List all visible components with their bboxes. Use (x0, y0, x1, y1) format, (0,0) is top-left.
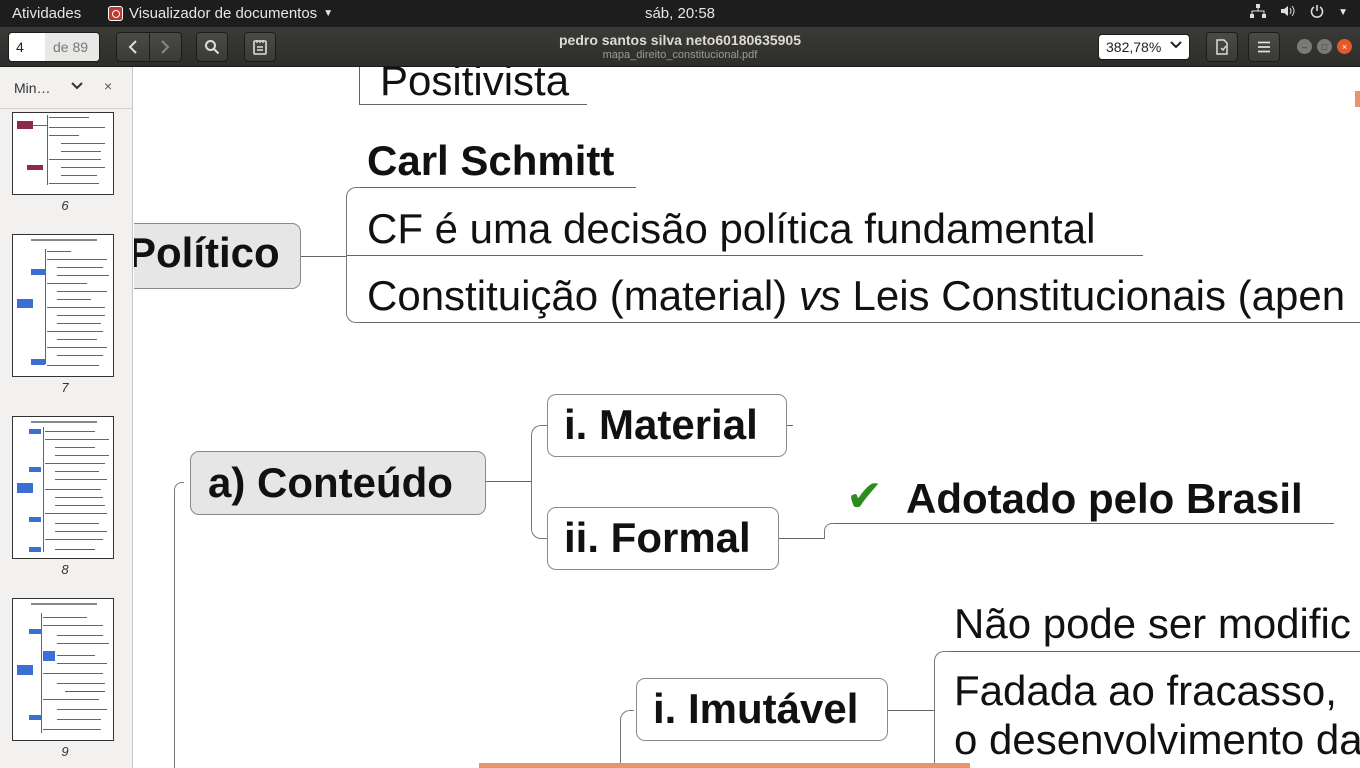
branch-curve (824, 523, 834, 539)
sidebar-header: Min… × (0, 67, 132, 109)
close-window-icon[interactable]: × (1337, 39, 1352, 54)
mindmap-connector (779, 538, 825, 539)
node-material: i. Material (564, 401, 758, 448)
thumbnail-label: 7 (61, 380, 69, 395)
chevron-down-icon[interactable]: ▼ (1338, 7, 1348, 18)
page-view-button[interactable] (1206, 32, 1238, 62)
node-fadada-line2: o desenvolvimento da (954, 716, 1360, 763)
mindmap-connector (950, 651, 1360, 652)
hamburger-icon (1258, 41, 1270, 53)
search-icon (205, 40, 220, 55)
thumbnail-sidebar: Min… × 6 7 8 9 (0, 67, 133, 768)
thumbnail-page-7[interactable] (12, 234, 114, 377)
header-bar: 4 de 89 pedro santos silva neto601806359… (0, 27, 1360, 67)
sidebar-view-label: Min… (14, 80, 51, 96)
branch-bracket (934, 651, 950, 768)
mindmap-connector (360, 187, 636, 188)
app-menu[interactable]: Visualizador de documentos ▼ (108, 5, 333, 22)
branch-bracket (531, 425, 547, 539)
page-selector[interactable]: 4 de 89 (8, 32, 100, 62)
chevron-down-icon (71, 79, 83, 96)
branch-line (620, 710, 634, 768)
node-positivista: Positivista (380, 67, 570, 104)
mindmap-connector (301, 256, 347, 257)
caret-down-icon: ▼ (323, 8, 334, 19)
node-carl-schmitt: Carl Schmitt (367, 137, 615, 184)
node-formal: ii. Formal (564, 514, 751, 561)
volume-icon[interactable] (1280, 4, 1296, 21)
mindmap-connector (359, 67, 360, 104)
search-button[interactable] (196, 32, 228, 62)
zoom-selector[interactable]: 382,78% (1098, 34, 1190, 60)
mindmap-connector (486, 481, 532, 482)
node-nao-pode: Não pode ser modific (954, 600, 1351, 647)
document-viewer-icon (108, 6, 123, 21)
page-nav (116, 32, 182, 62)
chevron-down-icon (1170, 38, 1182, 55)
node-conteudo: a) Conteúdo (208, 459, 453, 506)
previous-page-icon[interactable] (117, 33, 149, 61)
thumbnail-label: 9 (61, 744, 69, 759)
next-page-icon[interactable] (148, 33, 182, 61)
document-title: pedro santos silva neto60180635905 (558, 32, 802, 48)
document-icon (1216, 39, 1228, 55)
node-politico: Político (134, 229, 280, 276)
sidebar-view-selector[interactable]: Min… (5, 74, 93, 102)
orange-highlight-bar (479, 763, 970, 768)
system-tray[interactable]: ▼ (1250, 4, 1348, 21)
mindmap-connector (787, 425, 793, 426)
app-name: Visualizador de documentos (129, 5, 318, 22)
node-cf-decisao: CF é uma decisão política fundamental (367, 205, 1096, 252)
mindmap-connector (360, 322, 1360, 323)
document-filename: mapa_direito_constitucional.pdf (602, 49, 758, 61)
activities-button[interactable]: Atividades (12, 5, 81, 22)
branch-line (174, 482, 184, 768)
top-bar: Atividades Visualizador de documentos ▼ … (0, 0, 1360, 27)
menu-button[interactable] (1248, 32, 1280, 62)
maximize-icon[interactable]: □ (1317, 39, 1332, 54)
checkmark-icon: ✔ (846, 472, 883, 521)
thumbnail-label: 6 (61, 198, 69, 213)
zoom-value: 382,78% (1106, 39, 1162, 55)
page-number-input[interactable]: 4 (9, 33, 45, 61)
minimize-icon[interactable]: – (1297, 39, 1312, 54)
close-sidebar-icon[interactable]: × (104, 78, 112, 94)
node-constituicao: Constituição (material) vs Leis Constitu… (367, 272, 1346, 319)
power-icon[interactable] (1310, 4, 1324, 21)
mindmap-connector (834, 523, 1334, 524)
page-total: de 89 (45, 33, 99, 61)
thumbnail-page-6[interactable] (12, 112, 114, 195)
document-page[interactable]: Positivista Político Carl Schmitt CF é u… (134, 67, 1360, 768)
mindmap-connector (888, 710, 934, 711)
node-imutavel: i. Imutável (653, 685, 859, 732)
mindmap-connector (347, 255, 1143, 256)
annotations-button[interactable] (244, 32, 276, 62)
annotation-icon (253, 40, 267, 55)
orange-marker (1355, 91, 1360, 107)
thumbnail-page-8[interactable] (12, 416, 114, 559)
network-icon[interactable] (1250, 4, 1267, 21)
thumbnail-page-9[interactable] (12, 598, 114, 741)
window-title: pedro santos silva neto60180635905 mapa_… (480, 32, 880, 61)
node-adotado: Adotado pelo Brasil (906, 475, 1303, 522)
node-fadada-line1: Fadada ao fracasso, (954, 667, 1337, 714)
thumbnail-label: 8 (61, 562, 69, 577)
